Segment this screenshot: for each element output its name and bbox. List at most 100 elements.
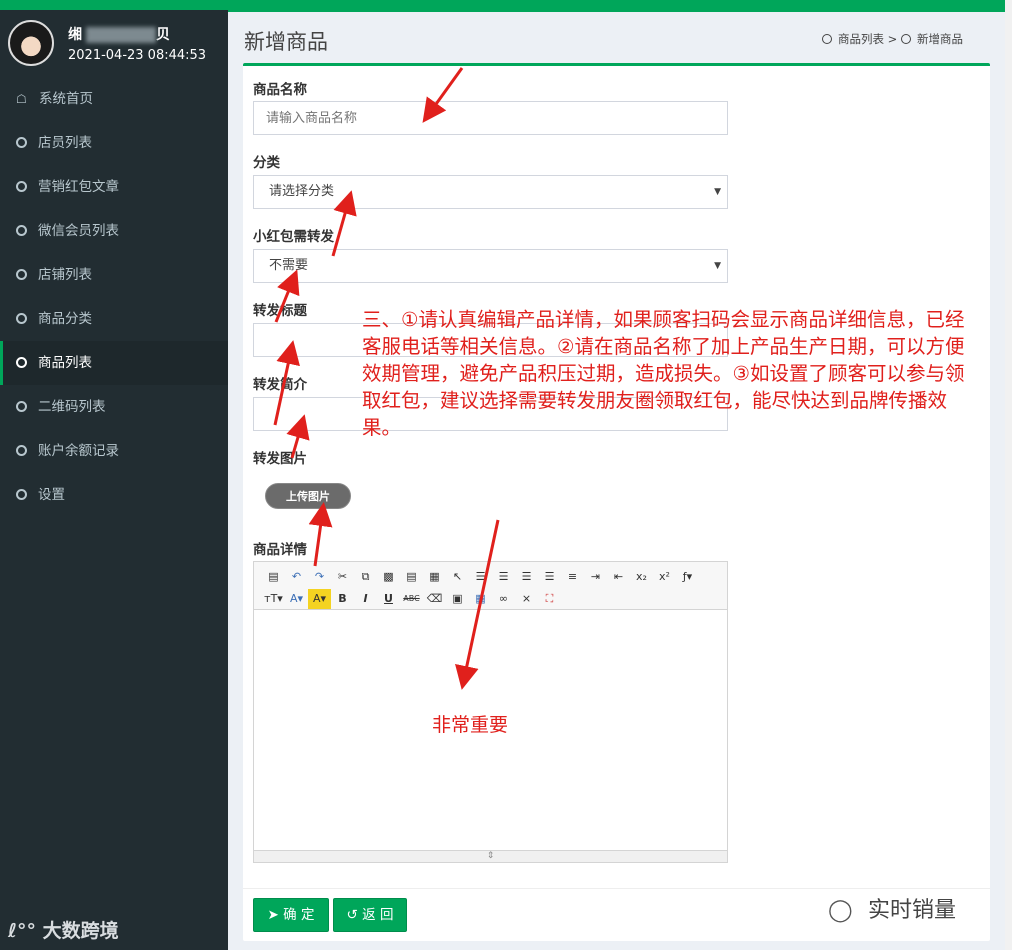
align-right-icon[interactable]: ☰ [515, 567, 538, 587]
annotation-important: 非常重要 [432, 714, 509, 736]
unlink-icon[interactable]: ⨯ [515, 589, 538, 609]
indent-icon[interactable]: ⇥ [584, 567, 607, 587]
category-select[interactable]: 请选择分类 ▼ [253, 175, 728, 209]
paper-plane-icon: ➤ [267, 907, 284, 923]
user-name-visible: 缃 [68, 27, 82, 43]
paste-text-icon[interactable]: ▤ [400, 567, 423, 587]
caret-down-icon: ▼ [714, 187, 721, 197]
upload-image-button[interactable]: 上传图片 [265, 483, 351, 509]
circle-icon [16, 269, 27, 280]
breadcrumb-separator: > [887, 32, 898, 46]
cut-icon[interactable]: ✂ [331, 567, 354, 587]
sidebar-item-label: 商品列表 [38, 355, 92, 371]
watermark-right: ◯ 实时销量 [828, 898, 957, 923]
breadcrumb: 商品列表 > 新增商品 [822, 31, 963, 47]
sidebar-item-home[interactable]: ☖ 系统首页 [0, 77, 228, 121]
editor-resize-handle[interactable]: ⇕ [254, 850, 727, 862]
circle-icon [16, 445, 27, 456]
sidebar-item-label: 账户余额记录 [38, 443, 119, 459]
circle-icon [822, 34, 832, 44]
outdent-icon[interactable]: ⇤ [607, 567, 630, 587]
ordered-list-icon[interactable]: ≡ [561, 567, 584, 587]
main-top-bar [228, 0, 1006, 12]
underline-icon[interactable]: U [377, 589, 400, 609]
share-required-select[interactable]: 不需要 ▼ [253, 249, 728, 283]
circle-icon [16, 357, 27, 368]
share-required-label: 小红包需转发 [253, 229, 334, 245]
sidebar-top-bar [0, 0, 228, 10]
breadcrumb-current: 新增商品 [916, 32, 963, 46]
sidebar-item-label: 设置 [38, 487, 65, 503]
circle-icon [16, 137, 27, 148]
eraser-icon[interactable]: ⌫ [423, 589, 446, 609]
sidebar-item-label: 店员列表 [38, 135, 92, 151]
sidebar-item-products[interactable]: 商品列表 [0, 341, 228, 385]
sidebar-item-label: 店铺列表 [38, 267, 92, 283]
circle-icon [16, 181, 27, 192]
login-time: 2021-04-23 08:44:53 [68, 48, 207, 63]
source-icon[interactable]: ▤ [262, 567, 285, 587]
product-name-label: 商品名称 [253, 82, 307, 98]
caret-down-icon: ▼ [714, 261, 721, 271]
font-size-icon[interactable]: тT▾ [262, 589, 285, 609]
font-family-icon[interactable]: ƒ▾ [676, 567, 699, 587]
sidebar-item-label: 营销红包文章 [38, 179, 119, 195]
wechat-icon: ◯ [828, 898, 853, 923]
form-footer-divider [243, 888, 990, 889]
share-required-value: 不需要 [269, 258, 309, 273]
circle-icon [16, 313, 27, 324]
sidebar: 缃贝 2021-04-23 08:44:53 ☖ 系统首页 店员列表 营销红包文章… [0, 0, 228, 950]
justify-icon[interactable]: ☰ [538, 567, 561, 587]
submit-button[interactable]: ➤ 确 定 [253, 898, 329, 932]
sidebar-item-label: 微信会员列表 [38, 223, 119, 239]
category-selected-value: 请选择分类 [269, 184, 335, 199]
breadcrumb-link-products[interactable]: 商品列表 [838, 32, 884, 46]
circle-icon [16, 225, 27, 236]
paste-icon[interactable]: ▩ [377, 567, 400, 587]
link-icon[interactable]: ∞ [492, 589, 515, 609]
product-name-input[interactable] [253, 101, 728, 135]
align-center-icon[interactable]: ☰ [492, 567, 515, 587]
bold-icon[interactable]: B [331, 589, 354, 609]
share-description-label: 转发简介 [253, 377, 307, 393]
undo-icon[interactable]: ↶ [285, 567, 308, 587]
copy-icon[interactable]: ⧉ [354, 567, 377, 587]
sidebar-item-wechat-members[interactable]: 微信会员列表 [0, 209, 228, 253]
avatar [8, 20, 54, 66]
subscript-icon[interactable]: x₂ [630, 567, 653, 587]
sidebar-item-qrcodes[interactable]: 二维码列表 [0, 385, 228, 429]
watermark-logo-icon: ℓ°° [8, 920, 43, 942]
circle-icon [16, 401, 27, 412]
sidebar-item-stores[interactable]: 店铺列表 [0, 253, 228, 297]
table-icon[interactable]: ▦ [469, 589, 492, 609]
sidebar-item-staff[interactable]: 店员列表 [0, 121, 228, 165]
highlight-color-icon[interactable]: A▾ [308, 589, 331, 609]
select-all-icon[interactable]: ↖ [446, 567, 469, 587]
align-left-icon[interactable]: ☰ [469, 567, 492, 587]
image-icon[interactable]: ▣ [446, 589, 469, 609]
italic-icon[interactable]: I [354, 589, 377, 609]
circle-icon [900, 34, 911, 44]
strikethrough-icon[interactable]: ABC [400, 589, 423, 609]
sidebar-item-product-categories[interactable]: 商品分类 [0, 297, 228, 341]
sidebar-item-settings[interactable]: 设置 [0, 473, 228, 517]
sidebar-nav: ☖ 系统首页 店员列表 营销红包文章 微信会员列表 店铺列表 商品分类 商品列表 … [0, 77, 228, 517]
user-name-tail: 贝 [156, 27, 170, 43]
font-color-icon[interactable]: A▾ [285, 589, 308, 609]
scrollbar[interactable] [1005, 0, 1012, 950]
sidebar-item-redpacket-articles[interactable]: 营销红包文章 [0, 165, 228, 209]
share-title-label: 转发标题 [253, 303, 307, 319]
page-title: 新增商品 [244, 30, 328, 54]
user-name: 缃贝 [68, 24, 170, 44]
fullscreen-icon[interactable]: ⛶ [538, 589, 561, 609]
sidebar-item-balance-records[interactable]: 账户余额记录 [0, 429, 228, 473]
paste-word-icon[interactable]: ▦ [423, 567, 446, 587]
superscript-icon[interactable]: x² [653, 567, 676, 587]
circle-icon [16, 489, 27, 500]
undo-arrow-icon: ↺ [346, 907, 363, 923]
sidebar-item-label: 系统首页 [39, 91, 93, 107]
back-button[interactable]: ↺ 返 回 [333, 898, 407, 932]
sidebar-item-label: 商品分类 [38, 311, 92, 327]
redo-icon[interactable]: ↷ [308, 567, 331, 587]
sidebar-item-label: 二维码列表 [38, 399, 106, 415]
